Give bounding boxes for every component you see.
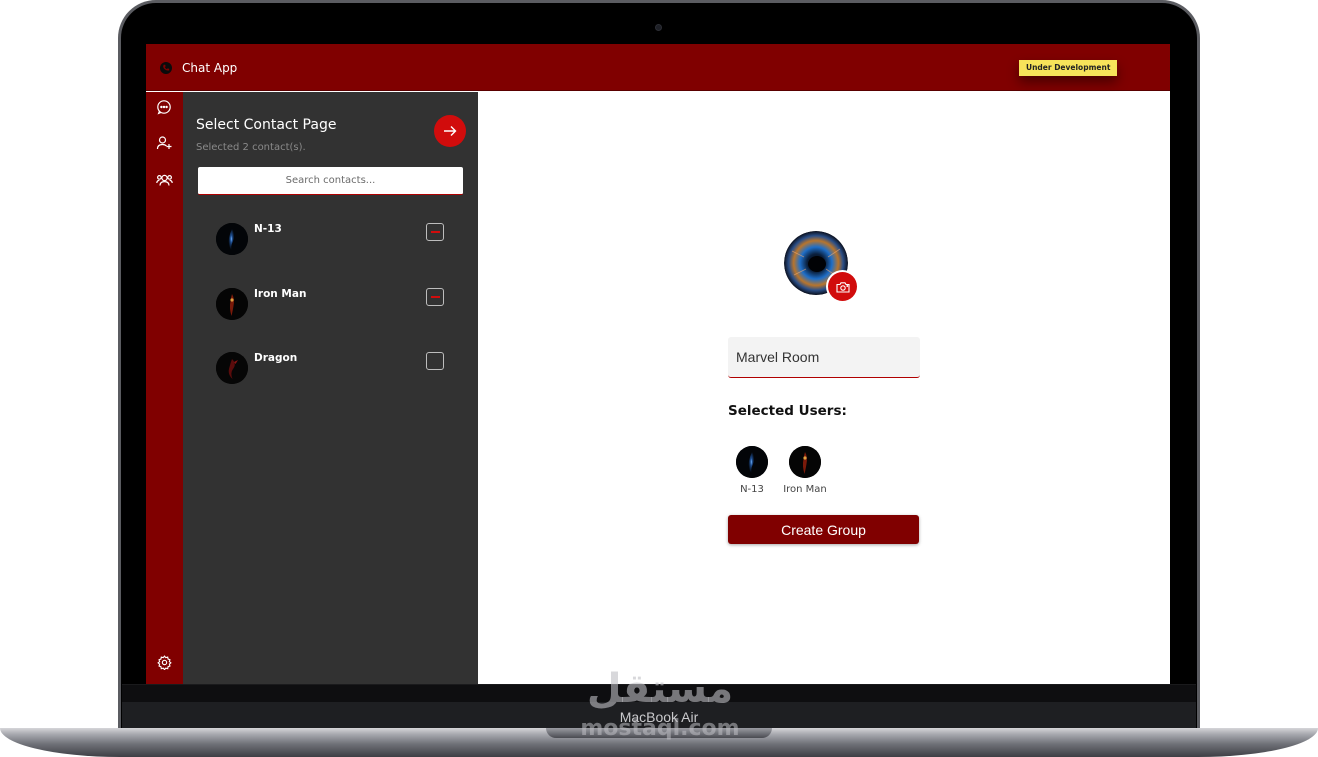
selected-user: N-13 <box>724 446 780 498</box>
avatar <box>789 446 821 478</box>
group-icon[interactable] <box>154 170 174 190</box>
contact-checkbox[interactable] <box>426 223 444 241</box>
top-bar: Chat App Under Development <box>146 44 1170 91</box>
search-input[interactable] <box>198 167 463 195</box>
selected-user: Iron Man <box>777 446 833 498</box>
arrow-right-icon <box>444 126 457 136</box>
add-user-icon[interactable] <box>154 133 174 153</box>
checked-mark-icon <box>430 296 440 298</box>
avatar <box>216 288 248 320</box>
checked-mark-icon <box>430 231 440 233</box>
settings-icon[interactable] <box>154 652 174 672</box>
selected-count: Selected 2 contact(s). <box>196 142 306 153</box>
app-title: Chat App <box>182 61 238 75</box>
webcam <box>655 24 662 31</box>
contact-row[interactable]: Dragon <box>216 352 446 386</box>
selected-users-heading: Selected Users: <box>728 403 847 419</box>
contact-checkbox[interactable] <box>426 288 444 306</box>
app-screen: Chat App Under Development Select Contac… <box>146 44 1170 684</box>
icon-sidebar <box>146 92 183 684</box>
contact-checkbox[interactable] <box>426 352 444 370</box>
contact-name: Iron Man <box>254 288 307 300</box>
contact-panel: Select Contact Page Selected 2 contact(s… <box>183 92 478 684</box>
panel-title: Select Contact Page <box>196 117 337 133</box>
change-photo-button[interactable] <box>828 272 857 301</box>
camera-icon <box>835 281 850 293</box>
contact-name: Dragon <box>254 352 298 364</box>
contact-name: N-13 <box>254 223 282 235</box>
contact-row[interactable]: Iron Man <box>216 288 446 322</box>
selected-user-name: N-13 <box>740 484 764 495</box>
status-badge: Under Development <box>1019 60 1118 76</box>
group-name-input[interactable] <box>728 337 920 378</box>
create-group-button[interactable]: Create Group <box>728 515 919 544</box>
create-group-form: Selected Users: N-13 Iron Man Create Gro… <box>478 92 1170 684</box>
avatar <box>216 223 248 255</box>
contact-row[interactable]: N-13 <box>216 223 446 257</box>
chat-bubble-icon[interactable] <box>154 97 174 117</box>
avatar <box>736 446 768 478</box>
next-button[interactable] <box>434 115 466 147</box>
laptop-notch <box>546 728 772 738</box>
avatar <box>216 352 248 384</box>
phone-logo-icon <box>160 62 172 74</box>
selected-user-name: Iron Man <box>783 484 827 495</box>
device-label: MacBook Air <box>619 709 699 725</box>
